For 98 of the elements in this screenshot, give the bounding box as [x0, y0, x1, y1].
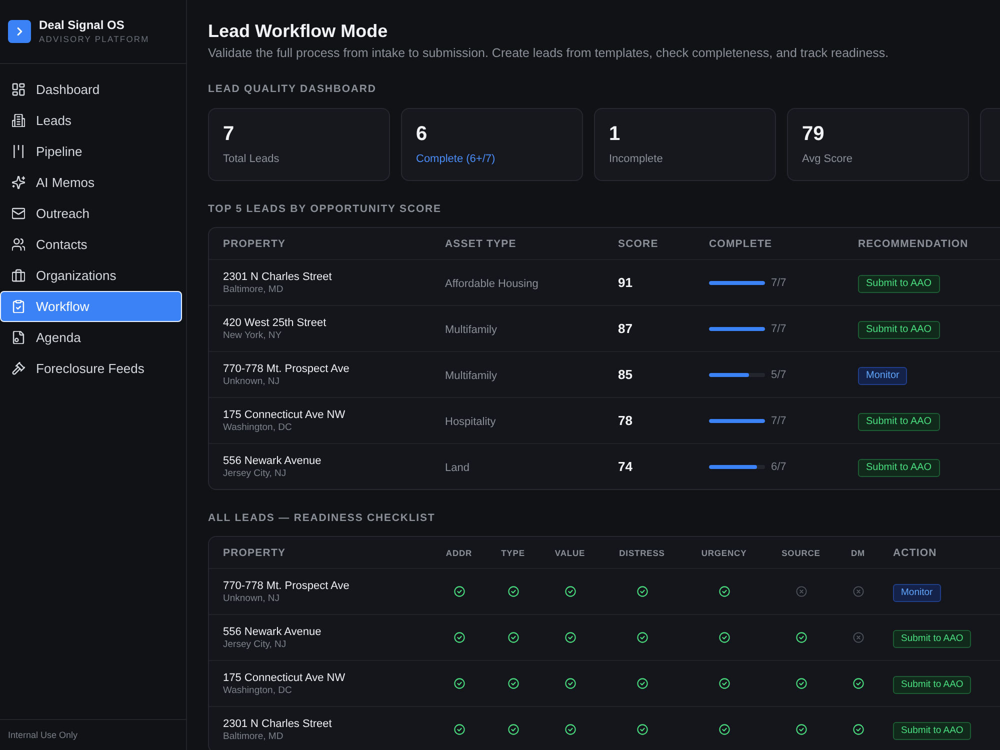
recommendation-badge: Monitor	[858, 366, 908, 384]
nav-item[interactable]: Organizations	[0, 260, 182, 291]
nav-item[interactable]: Leads	[0, 105, 182, 136]
section-heading: ALL LEADS — READINESS CHECKLIST	[208, 511, 436, 525]
column-header: PROPERTY	[223, 238, 286, 250]
stat-value: 79	[802, 122, 824, 146]
property-location: Jersey City, NJ	[223, 638, 286, 650]
footer-note: Internal Use Only	[8, 730, 79, 740]
progress-bar	[709, 326, 765, 330]
nav-item[interactable]: Agenda	[0, 322, 182, 353]
property-location: Washington, DC	[223, 422, 292, 434]
progress-bar	[709, 280, 765, 284]
stat-value: 1	[609, 122, 620, 146]
envelope-icon	[12, 207, 25, 220]
nav-item[interactable]: Pipeline	[0, 136, 182, 167]
stat-value: 7	[223, 122, 234, 146]
column-header: COMPLETE	[709, 238, 772, 250]
property-name: 420 West 25th Street	[223, 316, 326, 330]
property-name: 2301 N Charles Street	[223, 716, 332, 730]
stat-label: Total Leads	[223, 152, 280, 166]
nav-item[interactable]: Dashboard	[0, 74, 182, 105]
sparkles-icon	[12, 176, 25, 189]
nav-item[interactable]: Foreclosure Feeds	[0, 353, 182, 384]
progress-reading: 5/7	[771, 368, 786, 380]
app-name: Deal Signal OS	[39, 18, 126, 32]
property-name: 556 Newark Avenue	[223, 624, 322, 638]
column-header: DM	[850, 548, 866, 558]
column-header: URGENCY	[701, 548, 747, 558]
asset-type: Multifamily	[445, 324, 497, 336]
property-location: Baltimore, MD	[223, 730, 284, 742]
chevron-icon	[8, 20, 31, 43]
recommendation-badge: Submit to AAO	[858, 274, 940, 292]
app-tagline: ADVISORY PLATFORM	[39, 34, 150, 45]
building-icon	[12, 114, 25, 127]
stat-label: Incomplete	[609, 152, 663, 166]
progress-bar	[709, 464, 765, 468]
asset-type: Hospitality	[445, 416, 496, 428]
recommendation-badge: Submit to AAO	[858, 458, 940, 476]
action-badge: Submit to AAO	[893, 722, 972, 740]
property-name: 770-778 Mt. Prospect Ave	[223, 362, 350, 376]
column-header: ACTION	[893, 546, 937, 558]
action-badge: Submit to AAO	[893, 630, 972, 648]
score-value: 74	[618, 458, 632, 474]
action-badge: Monitor	[893, 584, 941, 602]
property-location: New York, NY	[223, 330, 282, 342]
stat-label: Avg Score	[802, 152, 853, 166]
property-name: 770-778 Mt. Prospect Ave	[223, 578, 350, 592]
asset-type: Land	[445, 462, 470, 474]
column-header: TYPE	[501, 548, 525, 558]
progress-reading: 6/7	[771, 460, 786, 472]
score-value: 85	[618, 366, 632, 382]
stat-label: Complete (6+/7)	[416, 152, 496, 166]
property-name: 556 Newark Avenue	[223, 454, 322, 468]
progress-bar	[709, 418, 765, 422]
progress-reading: 7/7	[771, 276, 786, 288]
property-location: Baltimore, MD	[223, 284, 284, 296]
column-header: PROPERTY	[223, 546, 286, 558]
nav-item[interactable]: Outreach	[0, 198, 182, 229]
column-header: SOURCE	[782, 548, 820, 558]
property-location: Unknown, NJ	[223, 592, 280, 604]
score-value: 87	[618, 320, 632, 336]
nav-item[interactable]: AI Memos	[0, 167, 182, 198]
property-location: Unknown, NJ	[223, 376, 280, 388]
progress-reading: 7/7	[771, 414, 786, 426]
dashboard-grid-icon	[12, 83, 25, 96]
property-location: Washington, DC	[223, 684, 292, 696]
score-value: 91	[618, 274, 632, 290]
stat-value: 6	[416, 122, 428, 146]
asset-type: Multifamily	[445, 370, 497, 382]
column-header: RECOMMENDATION	[858, 238, 968, 250]
recommendation-badge: Submit to AAO	[858, 412, 940, 430]
asset-type: Affordable Housing	[445, 278, 538, 290]
section-heading: LEAD QUALITY DASHBOARD	[208, 82, 378, 96]
clipboard-check-icon	[12, 300, 25, 313]
nav-item[interactable]: Contacts	[0, 229, 182, 260]
property-location: Jersey City, NJ	[223, 468, 286, 480]
gavel-icon	[12, 362, 25, 375]
property-name: 2301 N Charles Street	[223, 270, 332, 284]
property-name: 175 Connecticut Ave NW	[223, 408, 346, 422]
nav-item[interactable]: Workflow	[0, 291, 182, 322]
column-header: ASSET TYPE	[445, 238, 516, 250]
document-icon	[12, 331, 25, 344]
page-description: Validate the full process from intake to submission. Create leads from templates, check completeness, and track readiness.	[208, 45, 890, 62]
column-header: VALUE	[554, 548, 586, 558]
column-header: ADDR	[446, 548, 472, 558]
column-header: DISTRESS	[619, 548, 665, 558]
page-title: Lead Workflow Mode	[208, 20, 389, 42]
briefcase-icon	[12, 269, 25, 282]
bars-icon	[12, 145, 25, 158]
action-badge: Submit to AAO	[893, 676, 972, 694]
people-icon	[12, 238, 25, 251]
recommendation-badge: Submit to AAO	[858, 320, 940, 338]
property-name: 175 Connecticut Ave NW	[223, 670, 346, 684]
score-value: 78	[618, 412, 632, 428]
section-heading: TOP 5 LEADS BY OPPORTUNITY SCORE	[208, 202, 442, 216]
progress-bar	[709, 372, 765, 376]
column-header: SCORE	[618, 238, 658, 250]
progress-reading: 7/7	[771, 322, 786, 334]
